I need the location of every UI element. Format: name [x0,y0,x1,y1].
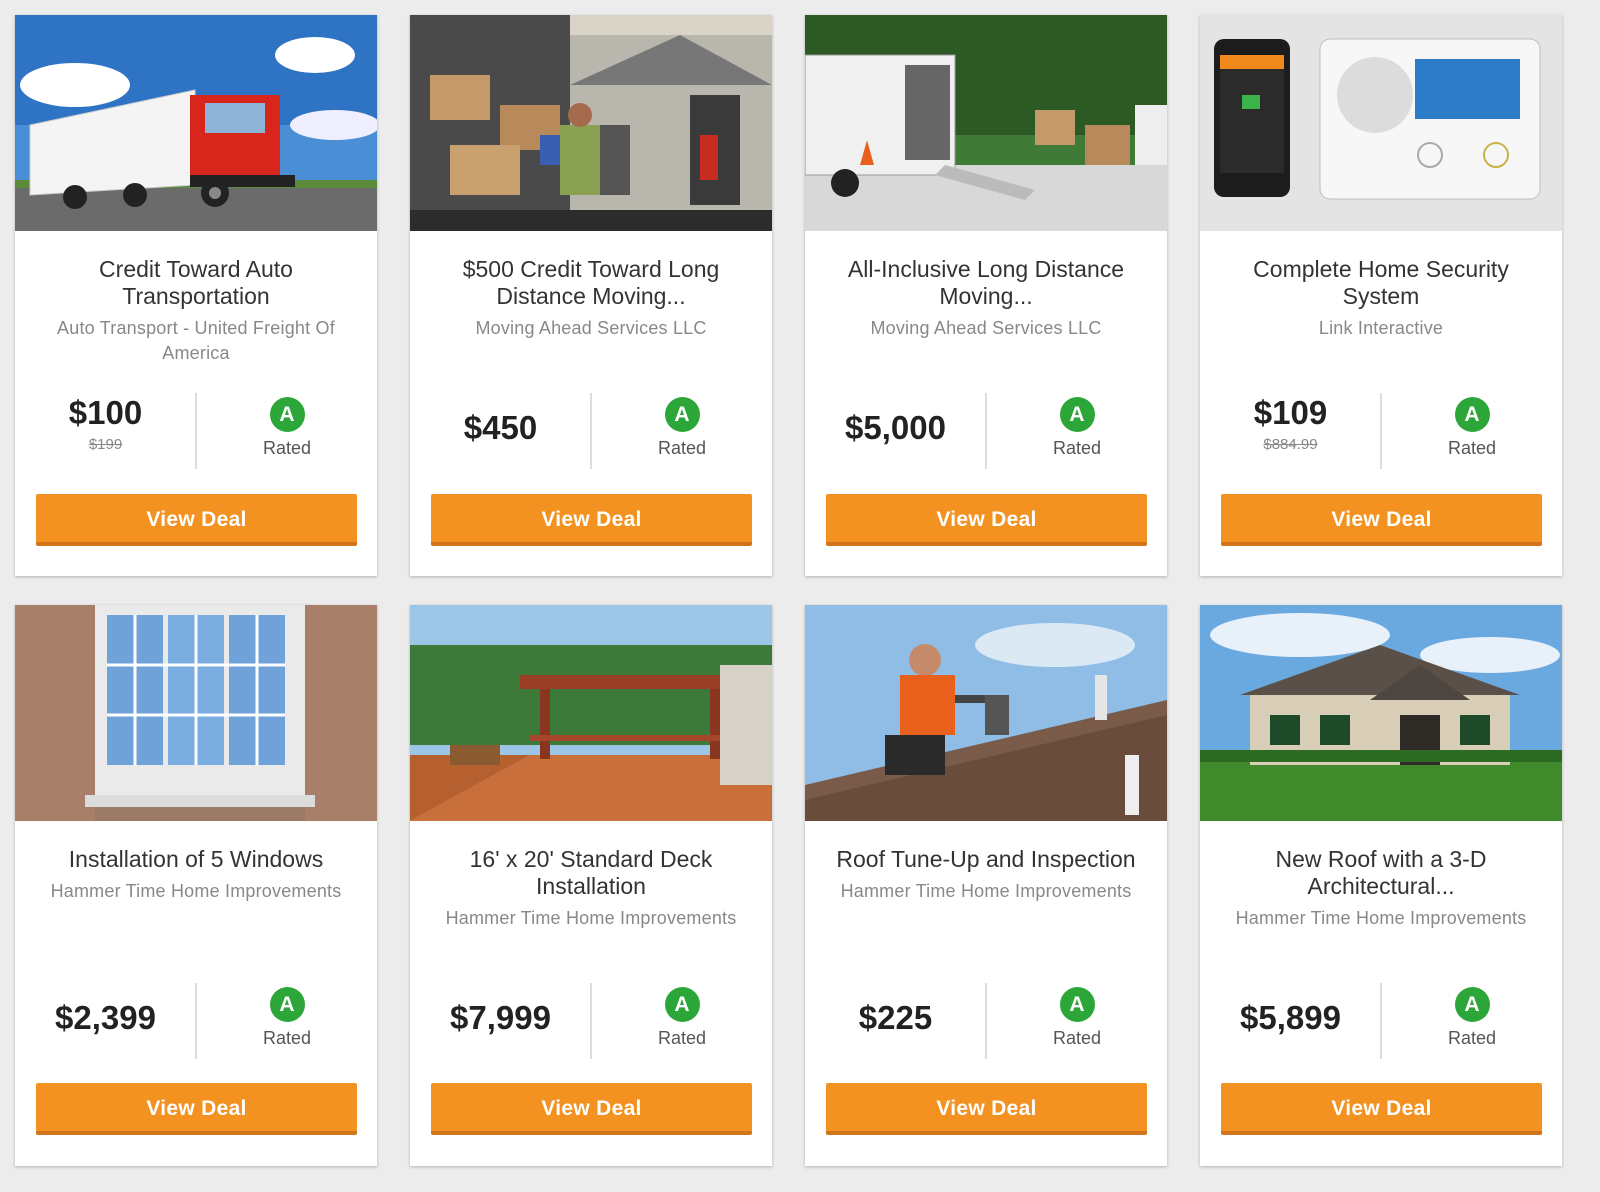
deal-image-auto-transport[interactable] [15,15,377,231]
deal-card[interactable]: $500 Credit Toward Long Distance Moving.… [410,15,772,576]
deal-title[interactable]: All-Inclusive Long Distance Moving... [823,256,1149,310]
vendor-name: Auto Transport - United Freight Of Ameri… [57,318,335,363]
view-deal-button[interactable]: View Deal [36,494,357,546]
rated-label: Rated [657,438,707,458]
view-deal-button[interactable]: View Deal [826,494,1147,546]
vendor-name: Hammer Time Home Improvements [1235,908,1527,928]
deal-title[interactable]: Roof Tune-Up and Inspection [823,846,1149,873]
deal-title[interactable]: New Roof with a 3-D Architectural... [1218,846,1544,900]
grade-badge: A [1454,987,1490,1022]
price-block: $5,000 [805,393,986,469]
price-block: $109 $884.99 [1200,393,1381,469]
grade-badge: A [664,397,700,432]
rating-block: A Rated [197,393,377,469]
vendor-name: Moving Ahead Services LLC [475,318,707,338]
rated-label: Rated [262,438,312,458]
window-illustration [15,605,377,821]
rating-block: A Rated [592,983,772,1059]
view-deal-button[interactable]: View Deal [826,1083,1147,1135]
roofer-illustration [805,605,1167,821]
truck-illustration [15,15,377,231]
view-deal-button[interactable]: View Deal [36,1083,357,1135]
rating-block: A Rated [987,983,1167,1059]
price-block: $5,899 [1200,983,1381,1059]
original-price: $199 [88,436,123,453]
deal-title[interactable]: Installation of 5 Windows [33,846,359,873]
deal-price: $450 [463,409,538,446]
rating-block: A Rated [197,983,377,1059]
vendor-name: Hammer Time Home Improvements [445,908,737,928]
grade-badge: A [1059,987,1095,1022]
vendor-name: Hammer Time Home Improvements [50,881,342,901]
deal-card[interactable]: Credit Toward Auto Transportation Auto T… [15,15,377,576]
grade-badge: A [269,987,305,1022]
deal-card[interactable]: All-Inclusive Long Distance Moving... Mo… [805,15,1167,576]
price-block: $225 [805,983,986,1059]
security-panel-illustration [1200,15,1562,231]
grade-badge: A [1059,397,1095,432]
price-block: $2,399 [15,983,196,1059]
house-illustration [1200,605,1562,821]
deal-price: $109 [1253,394,1328,431]
vendor-name: Moving Ahead Services LLC [870,318,1102,338]
deal-card[interactable]: Installation of 5 Windows Hammer Time Ho… [15,605,377,1166]
view-deal-button[interactable]: View Deal [431,1083,752,1135]
deal-card[interactable]: New Roof with a 3-D Architectural... Ham… [1200,605,1562,1166]
rated-label: Rated [1052,1028,1102,1048]
deal-price: $225 [858,999,933,1036]
deal-image-windows[interactable] [15,605,377,821]
deal-image-movers[interactable] [410,15,772,231]
rating-block: A Rated [987,393,1167,469]
deal-price: $5,000 [845,409,946,446]
grade-badge: A [1454,397,1490,432]
view-deal-button[interactable]: View Deal [431,494,752,546]
deal-price: $2,399 [55,999,156,1036]
rating-block: A Rated [592,393,772,469]
deal-image-security-system[interactable] [1200,15,1562,231]
original-price: $884.99 [1263,436,1318,453]
deal-card[interactable]: Complete Home Security System Link Inter… [1200,15,1562,576]
rated-label: Rated [657,1028,707,1048]
deal-price: $5,899 [1240,999,1341,1036]
deal-image-roofer[interactable] [805,605,1167,821]
grade-badge: A [269,397,305,432]
view-deal-button[interactable]: View Deal [1221,494,1542,546]
deal-price: $100 [68,394,143,431]
deal-title[interactable]: 16' x 20' Standard Deck Installation [428,846,754,900]
deck-illustration [410,605,772,821]
deal-image-deck[interactable] [410,605,772,821]
rated-label: Rated [262,1028,312,1048]
vendor-name: Link Interactive [1318,318,1444,338]
deal-title[interactable]: Complete Home Security System [1218,256,1544,310]
rating-block: A Rated [1382,393,1562,469]
view-deal-button[interactable]: View Deal [1221,1083,1542,1135]
deal-title[interactable]: Credit Toward Auto Transportation [33,256,359,310]
deal-card[interactable]: 16' x 20' Standard Deck Installation Ham… [410,605,772,1166]
price-block: $7,999 [410,983,591,1059]
movers-illustration [410,15,772,231]
deal-card[interactable]: Roof Tune-Up and Inspection Hammer Time … [805,605,1167,1166]
deal-image-moving-truck[interactable] [805,15,1167,231]
rated-label: Rated [1447,438,1497,458]
price-block: $450 [410,393,591,469]
grade-badge: A [664,987,700,1022]
moving-truck-illustration [805,15,1167,231]
rated-label: Rated [1052,438,1102,458]
vendor-name: Hammer Time Home Improvements [840,881,1132,901]
rating-block: A Rated [1382,983,1562,1059]
rated-label: Rated [1447,1028,1497,1048]
price-block: $100 $199 [15,393,196,469]
deal-title[interactable]: $500 Credit Toward Long Distance Moving.… [428,256,754,310]
deal-image-new-roof[interactable] [1200,605,1562,821]
deal-price: $7,999 [450,999,551,1036]
